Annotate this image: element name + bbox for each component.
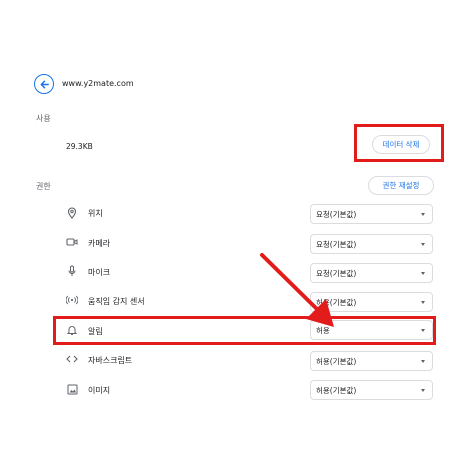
annotation-arrow <box>260 253 334 327</box>
